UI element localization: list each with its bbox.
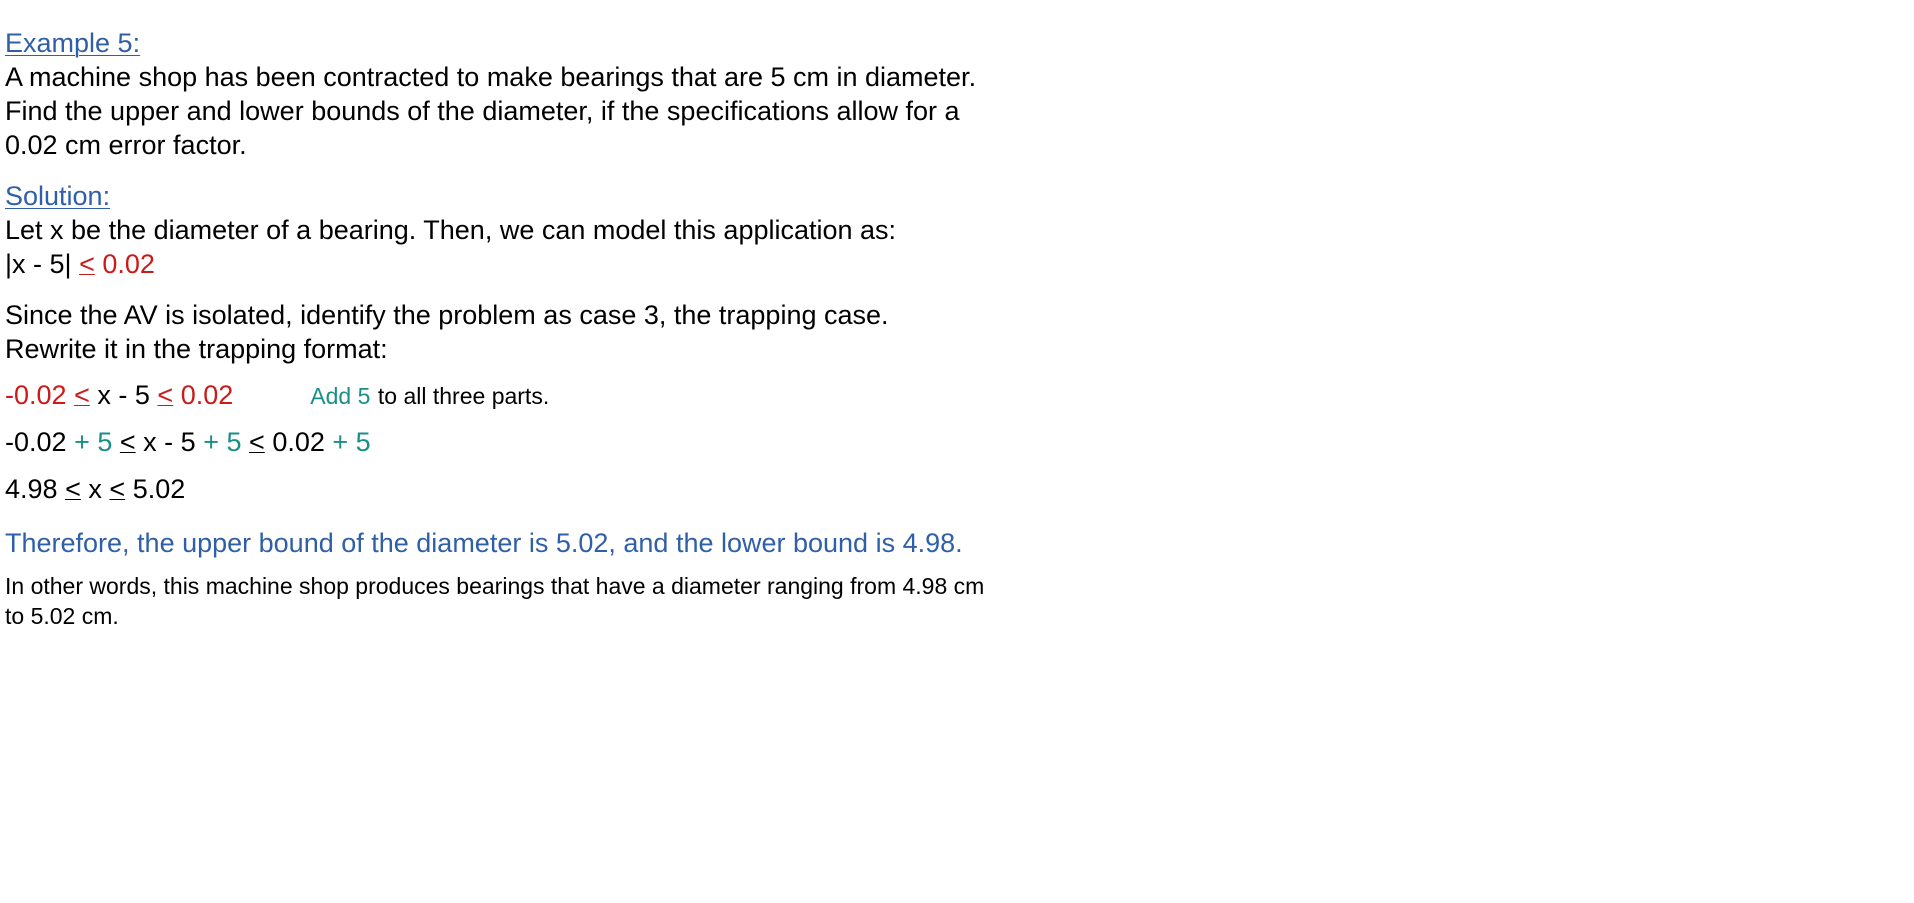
problem-line-1: A machine shop has been contracted to ma… — [5, 62, 977, 92]
add-le-symbol-2: < — [249, 427, 265, 457]
add-plus-2: + 5 — [203, 427, 242, 457]
add-plus-3: + 5 — [332, 427, 371, 457]
result-step: 4.98 < x < 5.02 — [5, 476, 185, 503]
result-upper: 5.02 — [132, 474, 186, 504]
add-plus-1: + 5 — [74, 427, 113, 457]
example-heading: Example 5: — [5, 28, 141, 58]
problem-line-3: 0.02 cm error factor. — [5, 130, 247, 160]
trapping-step: -0.02 < x - 5 < 0.02 Add 5 to all three … — [5, 382, 549, 409]
result-le-symbol-2: < — [109, 474, 126, 504]
abs-expression: |x - 5| — [5, 249, 72, 279]
add-pos-bound: 0.02 — [272, 427, 325, 457]
add-neg-bound: -0.02 — [5, 427, 67, 457]
le-symbol: < — [79, 249, 95, 279]
step-note-rest: to all three parts. — [377, 383, 550, 409]
trap-neg-bound: -0.02 — [5, 380, 67, 410]
other-words-line-1: In other words, this machine shop produc… — [5, 573, 985, 599]
model-sentence: Let x be the diameter of a bearing. Then… — [5, 215, 897, 245]
step-note-colored: Add 5 — [310, 383, 371, 409]
problem-line-2: Find the upper and lower bounds of the d… — [5, 96, 960, 126]
trap-le-symbol-2: < — [157, 380, 174, 410]
other-words-line-2: to 5.02 cm. — [5, 603, 119, 629]
add-middle: x - 5 — [143, 427, 196, 457]
result-le-symbol-1: < — [65, 474, 81, 504]
trap-pos-bound: 0.02 — [180, 380, 234, 410]
model-inequality: |x - 5| < 0.02 — [5, 251, 155, 278]
add-le-symbol-1: < — [119, 427, 136, 457]
error-bound: 0.02 — [102, 249, 155, 279]
conclusion: Therefore, the upper bound of the diamet… — [5, 528, 963, 558]
result-lower: 4.98 — [5, 474, 58, 504]
case-line-1: Since the AV is isolated, identify the p… — [5, 300, 889, 330]
trap-middle: x - 5 — [97, 380, 150, 410]
trap-le-symbol-1: < — [74, 380, 90, 410]
solution-heading: Solution: — [5, 181, 111, 211]
result-middle: x — [88, 474, 102, 504]
case-line-2: Rewrite it in the trapping format: — [5, 334, 388, 364]
add-step: -0.02 + 5 < x - 5 + 5 < 0.02 + 5 — [5, 429, 371, 456]
